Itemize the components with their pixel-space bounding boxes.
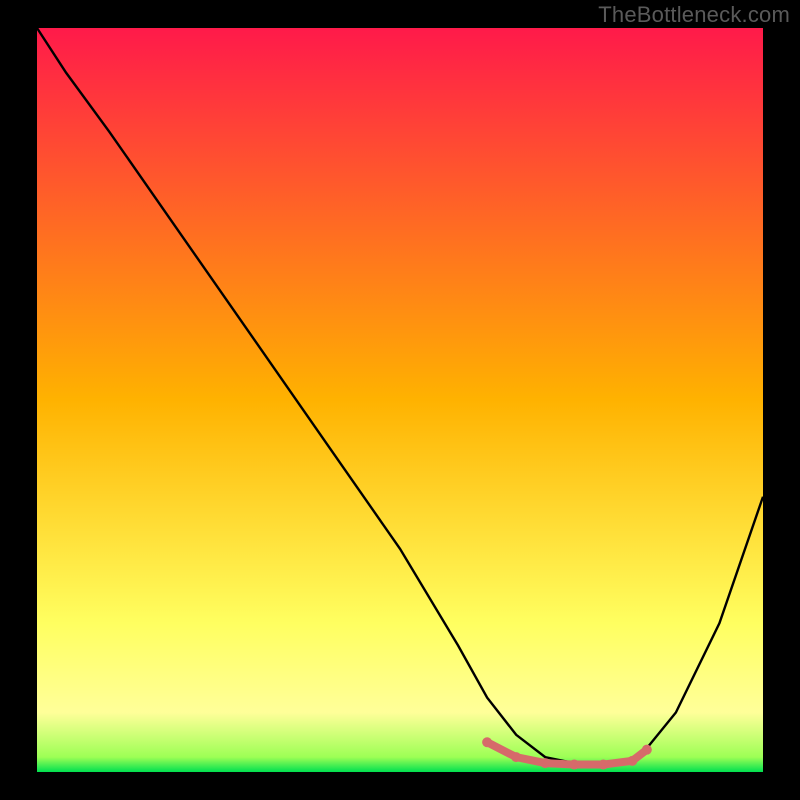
- highlight-point: [598, 760, 608, 770]
- plot-svg: [0, 0, 800, 800]
- highlight-point: [627, 756, 637, 766]
- attribution-label: TheBottleneck.com: [598, 2, 790, 28]
- bottleneck-chart: TheBottleneck.com: [0, 0, 800, 800]
- plot-background: [37, 28, 763, 772]
- highlight-point: [642, 745, 652, 755]
- highlight-point: [482, 737, 492, 747]
- highlight-point: [540, 758, 550, 768]
- highlight-point: [511, 752, 521, 762]
- highlight-point: [569, 760, 579, 770]
